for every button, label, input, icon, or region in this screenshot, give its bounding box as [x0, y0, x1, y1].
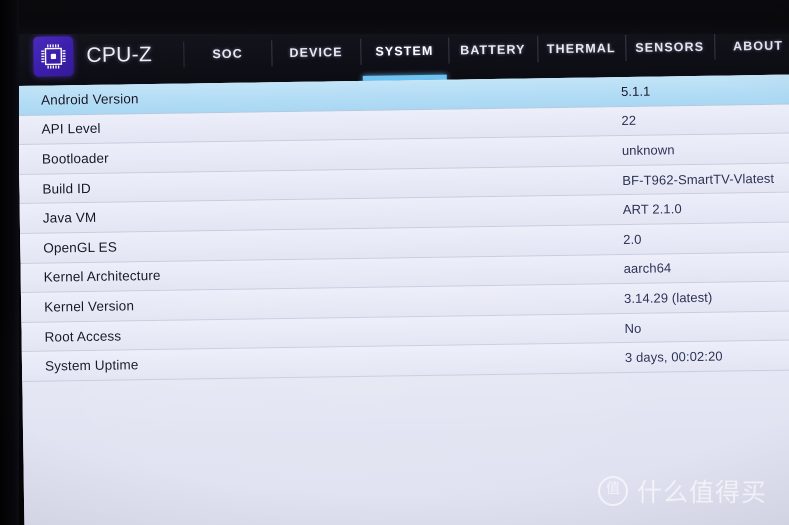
system-info-list: Android Version 5.1.1 API Level 22 Bootloade… — [17, 74, 789, 382]
row-label: Kernel Architecture — [43, 268, 161, 285]
row-label: System Uptime — [44, 357, 139, 374]
tab-label: BATTERY — [460, 42, 526, 58]
list-empty-area — [22, 370, 789, 525]
row-value: aarch64 — [623, 260, 672, 277]
tv-photo-frame: CPU-Z SOC DEVICE SYSTEM BATTERY THERMAL SENSO… — [0, 0, 789, 525]
tab-label: ABOUT — [733, 38, 784, 54]
row-label: Kernel Version — [44, 298, 135, 315]
row-value: No — [624, 320, 642, 336]
app-title: CPU-Z — [86, 43, 153, 67]
tab-label: SYSTEM — [375, 43, 434, 59]
tab-label: DEVICE — [289, 45, 343, 60]
tab-label: SOC — [212, 46, 243, 62]
row-value: ART 2.1.0 — [622, 201, 682, 218]
row-value: BF-T962-SmartTV-Vlatest — [622, 170, 775, 188]
row-label: API Level — [41, 121, 101, 138]
row-value: unknown — [621, 142, 675, 159]
row-value: 22 — [621, 113, 637, 129]
row-label: Android Version — [40, 91, 139, 108]
tab-label: SENSORS — [635, 39, 705, 55]
row-label: OpenGL ES — [43, 239, 118, 256]
row-value: 5.1.1 — [620, 83, 651, 99]
row-label: Root Access — [44, 328, 122, 345]
row-label: Build ID — [42, 180, 91, 197]
row-label: Java VM — [42, 210, 97, 226]
screen-bezel-top — [0, 0, 789, 34]
tv-screen: CPU-Z SOC DEVICE SYSTEM BATTERY THERMAL SENSO… — [17, 16, 789, 525]
tab-label: THERMAL — [546, 41, 616, 57]
cpu-chip-icon — [33, 36, 74, 77]
row-value: 3 days, 00:02:20 — [624, 348, 723, 366]
app-brand: CPU-Z — [17, 35, 184, 77]
screen-bezel-left — [0, 0, 19, 525]
row-value: 3.14.29 (latest) — [623, 289, 713, 306]
row-value: 2.0 — [623, 231, 642, 247]
row-label: Bootloader — [41, 150, 109, 167]
